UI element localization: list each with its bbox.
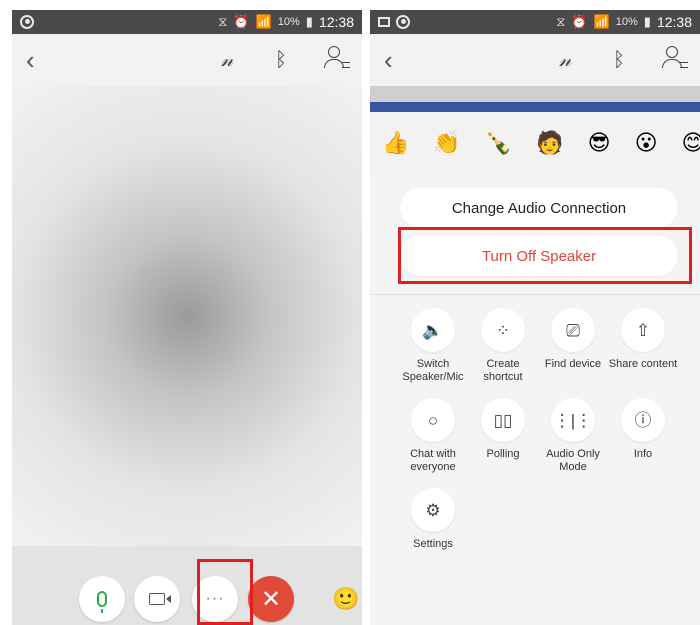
close-icon: ✕ xyxy=(260,585,282,613)
battery-level: 10% xyxy=(277,16,300,28)
meeting-controls-bar: ··· ✕ 🙂 xyxy=(12,546,362,625)
annotate-icon[interactable]: 𝓃 xyxy=(214,49,240,72)
menu-item-label: Settings xyxy=(413,538,453,550)
menu-item-label: Audio Only Mode xyxy=(546,448,600,473)
camera-icon xyxy=(149,593,171,605)
polling-icon: ▯▯ xyxy=(481,398,525,442)
gear-icon: ⚙ xyxy=(411,488,455,532)
menu-item-label: Share content xyxy=(608,358,678,370)
info-icon: ⓘ xyxy=(621,398,665,442)
left-screen: ⧖ ⏰ 📶 10% ▮ 12:38 ‹ 𝓃 ᛒ ··· ✕ 🙂 xyxy=(12,10,362,625)
wifi-icon: 📶 xyxy=(593,14,610,29)
menu-item-label: Switch Speaker/Mic xyxy=(402,358,464,383)
polling-button[interactable]: ▯▯ Polling xyxy=(465,398,541,461)
clock-time: 12:38 xyxy=(318,14,354,30)
reaction-smile[interactable]: 😊 xyxy=(682,130,700,156)
audio-only-mode-button[interactable]: ⋮|⋮ Audio Only Mode xyxy=(535,398,611,474)
end-call-button[interactable]: ✕ xyxy=(248,576,294,622)
battery-level: 10% xyxy=(615,16,638,28)
mute-notification-icon: ⧖ xyxy=(218,14,228,29)
right-screen: ⧖ ⏰ 📶 10% ▮ 12:38 ‹ 𝓃 ᛒ 👍 👏 🍾 🧑 😎 😮 😊 Ch… xyxy=(370,10,700,625)
grid-icon: ⁘ xyxy=(481,308,525,352)
meeting-header: ‹ 𝓃 ᛒ xyxy=(12,34,362,86)
mute-notification-icon: ⧖ xyxy=(556,14,566,29)
cast-icon: ⎚ xyxy=(551,308,595,352)
participants-icon[interactable] xyxy=(322,46,350,74)
chat-with-everyone-button[interactable]: ○ Chat with everyone xyxy=(395,398,471,474)
find-device-button[interactable]: ⎚ Find device xyxy=(535,308,611,371)
menu-item-label: Create shortcut xyxy=(483,358,523,383)
chevron-left-icon[interactable]: ‹ xyxy=(26,45,66,76)
info-button[interactable]: ⓘ Info xyxy=(605,398,681,461)
reactions-row: 👍 👏 🍾 🧑 😎 😮 😊 xyxy=(370,112,700,174)
wifi-icon: 📶 xyxy=(255,14,272,29)
highlight-box xyxy=(398,227,692,284)
change-audio-connection-button[interactable]: Change Audio Connection xyxy=(400,188,678,228)
chevron-left-icon[interactable]: ‹ xyxy=(384,45,424,76)
reaction-clap[interactable]: 👏 xyxy=(433,130,460,156)
status-bar: ⧖ ⏰ 📶 10% ▮ 12:38 xyxy=(12,10,362,34)
video-button[interactable] xyxy=(134,576,180,622)
chat-icon: ○ xyxy=(411,398,455,442)
battery-icon: ▮ xyxy=(643,14,651,29)
audio-wave-icon: ⋮|⋮ xyxy=(551,398,595,442)
alarm-icon: ⏰ xyxy=(233,14,250,29)
highlight-box xyxy=(197,559,253,625)
reaction-celebrate[interactable]: 🍾 xyxy=(485,130,512,156)
reaction-cool[interactable]: 😎 xyxy=(588,130,611,156)
app-logo-icon xyxy=(396,15,410,29)
menu-item-label: Chat with everyone xyxy=(410,448,456,473)
share-icon: ⇧ xyxy=(621,308,665,352)
switch-speaker-mic-button[interactable]: 🔈 Switch Speaker/Mic xyxy=(395,308,471,384)
reaction-person[interactable]: 🧑 xyxy=(536,130,563,156)
battery-icon: ▮ xyxy=(305,14,313,29)
microphone-icon xyxy=(97,591,107,613)
participants-icon[interactable] xyxy=(660,46,688,74)
video-area xyxy=(12,86,362,546)
emoji-icon[interactable]: 🙂 xyxy=(332,586,359,612)
settings-button[interactable]: ⚙ Settings xyxy=(395,488,471,551)
clock-time: 12:38 xyxy=(656,14,692,30)
menu-item-label: Info xyxy=(633,448,653,460)
menu-item-label: Polling xyxy=(486,448,520,460)
share-content-button[interactable]: ⇧ Share content xyxy=(605,308,681,371)
mute-button[interactable] xyxy=(79,576,125,622)
shared-content-preview xyxy=(370,86,700,112)
status-bar: ⧖ ⏰ 📶 10% ▮ 12:38 xyxy=(370,10,700,34)
divider xyxy=(370,294,700,295)
meeting-header: ‹ 𝓃 ᛒ xyxy=(370,34,700,86)
alarm-icon: ⏰ xyxy=(571,14,588,29)
speaker-icon: 🔈 xyxy=(411,308,455,352)
reaction-surprised[interactable]: 😮 xyxy=(635,130,658,156)
menu-item-label: Find device xyxy=(544,358,602,370)
annotate-icon[interactable]: 𝓃 xyxy=(552,49,578,72)
bluetooth-icon[interactable]: ᛒ xyxy=(268,49,294,72)
reaction-thumbs-up[interactable]: 👍 xyxy=(382,130,409,156)
create-shortcut-button[interactable]: ⁘ Create shortcut xyxy=(465,308,541,384)
bluetooth-icon[interactable]: ᛒ xyxy=(606,49,632,72)
app-logo-icon xyxy=(20,15,34,29)
screen-icon xyxy=(378,17,390,27)
